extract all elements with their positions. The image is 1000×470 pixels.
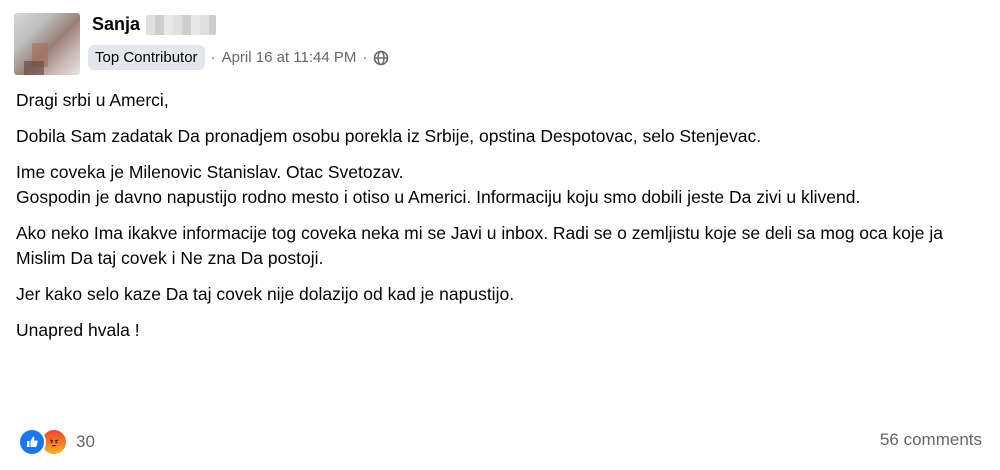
reaction-count: 30 bbox=[76, 432, 95, 451]
post-paragraph: Dobila Sam zadatak Da pronadjem osobu po… bbox=[16, 126, 762, 146]
author-name[interactable]: Sanja bbox=[92, 14, 140, 35]
post-meta: Top Contributor · April 16 at 11:44 PM · bbox=[88, 45, 389, 70]
post-paragraph: Dragi srbi u Amerci, bbox=[16, 90, 169, 110]
meta-separator: · bbox=[362, 49, 368, 66]
top-contributor-badge[interactable]: Top Contributor bbox=[88, 45, 205, 70]
meta-separator: · bbox=[210, 49, 216, 66]
post-card: Sanja Top Contributor · April 16 at 11:4… bbox=[0, 0, 1000, 470]
post-timestamp[interactable]: April 16 at 11:44 PM bbox=[222, 49, 357, 66]
avatar[interactable] bbox=[14, 13, 80, 75]
post-paragraph: Unapred hvala ! bbox=[16, 320, 140, 340]
post-paragraph: Ime coveka je Milenovic Stanislav. Otac … bbox=[16, 162, 861, 207]
globe-icon bbox=[373, 50, 389, 66]
post-paragraph: Ako neko Ima ikakve informacije tog cove… bbox=[16, 223, 943, 268]
post-author: Sanja bbox=[92, 14, 217, 35]
like-icon bbox=[18, 428, 46, 456]
post-body: Dragi srbi u Amerci, Dobila Sam zadatak … bbox=[16, 88, 986, 354]
reactions-summary[interactable]: 30 bbox=[18, 428, 95, 456]
redacted-surname bbox=[146, 14, 217, 35]
comments-count[interactable]: 56 comments bbox=[880, 430, 982, 450]
post-paragraph: Jer kako selo kaze Da taj covek nije dol… bbox=[16, 284, 515, 304]
